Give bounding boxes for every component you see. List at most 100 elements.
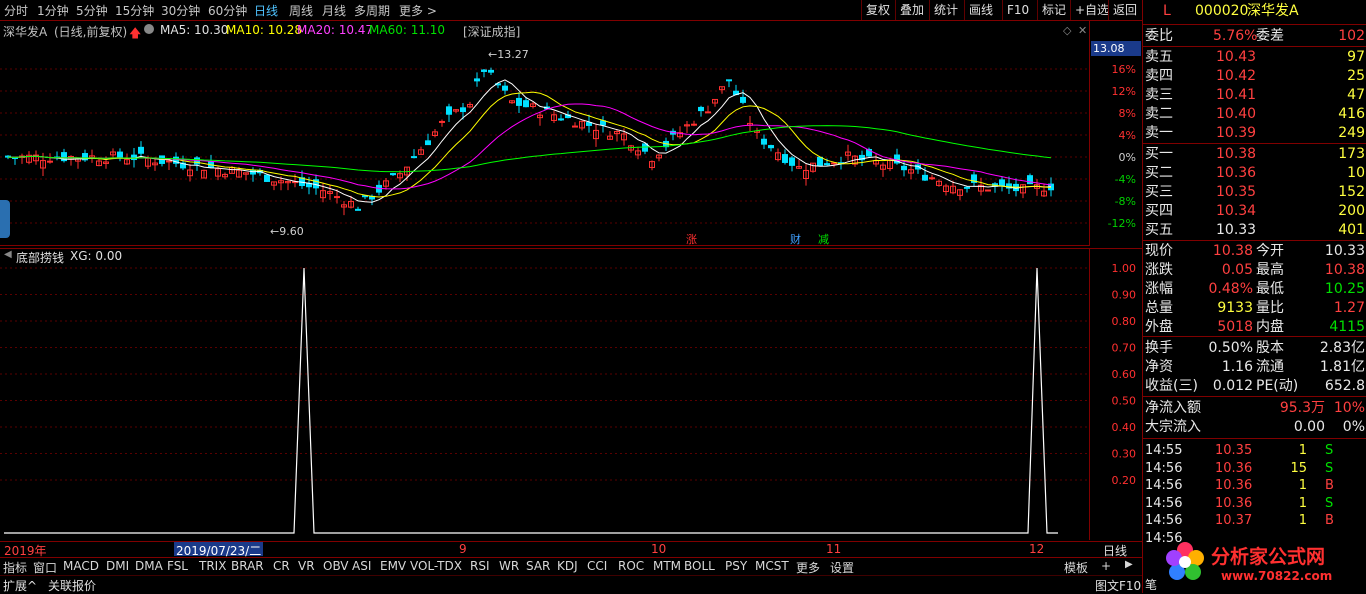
candle-body bbox=[558, 118, 564, 121]
diamond-icon[interactable]: ◇ bbox=[1063, 24, 1071, 37]
close-icon[interactable]: ✕ bbox=[1078, 24, 1087, 37]
tick-volume: 1 bbox=[1298, 443, 1307, 458]
indicator-tab[interactable]: 设置 bbox=[830, 559, 854, 576]
indicator-tab[interactable]: 更多 bbox=[796, 559, 820, 576]
indicator-tab[interactable]: DMA bbox=[135, 559, 163, 573]
period-tab[interactable]: 60分钟 bbox=[208, 2, 247, 19]
bid-row: 买四 10.34 200 bbox=[1143, 202, 1366, 220]
indicator-tab[interactable]: VR bbox=[298, 559, 315, 573]
tick-volume: 15 bbox=[1290, 460, 1307, 476]
side-panel-handle[interactable] bbox=[0, 200, 10, 238]
bid-price: 10.35 bbox=[1216, 184, 1257, 200]
indicator-tab[interactable]: CR bbox=[273, 559, 290, 573]
index-overlay-tag[interactable]: [深证成指] bbox=[463, 23, 520, 40]
ask-label: 卖三 bbox=[1145, 87, 1173, 103]
period-tab[interactable]: 周线 bbox=[289, 2, 313, 19]
tick-row: 14:56 10.36 1 S bbox=[1143, 495, 1366, 513]
settings-circle-icon[interactable] bbox=[144, 24, 154, 34]
add-icon[interactable]: + bbox=[1101, 559, 1111, 573]
period-tab[interactable]: 多周期 bbox=[354, 2, 390, 19]
indicator-tab[interactable]: SAR bbox=[526, 559, 550, 573]
stat-label: 现价 bbox=[1145, 243, 1173, 259]
note-button[interactable]: 笔 bbox=[1145, 576, 1157, 593]
fundamental-row: 换手 0.50% 股本 2.83亿 bbox=[1143, 339, 1366, 357]
candle-body bbox=[572, 125, 578, 128]
period-tab[interactable]: 月线 bbox=[322, 2, 346, 19]
indicator-tab[interactable]: EMV bbox=[380, 559, 406, 573]
toolbar-button[interactable]: 画线 bbox=[964, 0, 997, 20]
candle-body bbox=[502, 85, 508, 91]
event-tag[interactable]: 财 bbox=[790, 232, 801, 246]
indicator-tab[interactable]: PSY bbox=[725, 559, 747, 573]
indicator-tab[interactable]: MTM bbox=[653, 559, 681, 573]
fundamental-row: 净资 1.16 流通 1.81亿 bbox=[1143, 358, 1366, 376]
tick-side: B bbox=[1325, 513, 1334, 528]
indicator-tab[interactable]: DMI bbox=[106, 559, 129, 573]
indicator-tab[interactable]: MACD bbox=[63, 559, 99, 573]
indicator-tab[interactable]: WR bbox=[499, 559, 519, 573]
indicator-axis-label: 0.40 bbox=[1112, 421, 1137, 434]
event-tag[interactable]: 减 bbox=[818, 233, 829, 246]
stat-value: 0.05 bbox=[1221, 262, 1253, 278]
period-tab[interactable]: 日线 bbox=[254, 2, 278, 19]
indicator-tab[interactable]: BOLL bbox=[684, 559, 715, 573]
toolbar-button[interactable]: 叠加 bbox=[895, 0, 928, 20]
bid-label: 买二 bbox=[1145, 165, 1173, 181]
candle-body bbox=[922, 174, 928, 181]
indicator-toggle-icon[interactable]: ◀ bbox=[4, 249, 12, 260]
ask-volume: 249 bbox=[1338, 125, 1365, 141]
bid-volume: 152 bbox=[1338, 184, 1365, 200]
toolbar-button[interactable]: +自选 bbox=[1070, 0, 1113, 20]
tick-volume: 1 bbox=[1298, 495, 1307, 511]
period-tab[interactable]: 5分钟 bbox=[76, 2, 108, 19]
scroll-right-icon[interactable]: ▶ bbox=[1125, 559, 1133, 570]
ask-price: 10.39 bbox=[1216, 125, 1257, 141]
indicator-tab[interactable]: VOL-TDX bbox=[410, 559, 462, 573]
toolbar-button[interactable]: 返回 bbox=[1108, 0, 1141, 20]
indicator-chart[interactable]: 1.00 0.90 0.80 0.70 0.60 0.50 0.40 0.30 0.20 bbox=[0, 248, 1142, 540]
candle-body bbox=[425, 140, 431, 146]
tick-price: 10.36 bbox=[1215, 495, 1253, 511]
indicator-tab[interactable]: OBV bbox=[323, 559, 349, 573]
indicator-tab[interactable]: CCI bbox=[587, 559, 607, 573]
stat-label: 最低 bbox=[1256, 281, 1284, 297]
ma20-line bbox=[7, 103, 1052, 190]
indicator-tab[interactable]: ASI bbox=[352, 559, 371, 573]
indicator-tab[interactable]: 窗口 bbox=[33, 559, 57, 576]
event-tag[interactable]: 涨 bbox=[686, 233, 697, 246]
period-tab[interactable]: 30分钟 bbox=[161, 2, 200, 19]
indicator-axis-label: 0.80 bbox=[1112, 315, 1137, 328]
indicator-tab[interactable]: 指标 bbox=[3, 559, 27, 576]
period-tab[interactable]: 1分钟 bbox=[37, 2, 69, 19]
period-tab[interactable]: 15分钟 bbox=[115, 2, 154, 19]
period-tab[interactable]: 更多 > bbox=[399, 2, 437, 19]
indicator-tab[interactable]: FSL bbox=[167, 559, 188, 573]
period-tab[interactable]: 分时 bbox=[4, 2, 28, 19]
stat-label: 涨跌 bbox=[1145, 262, 1173, 278]
toolbar-button[interactable]: 复权 bbox=[861, 0, 894, 20]
ask-label: 卖五 bbox=[1145, 49, 1173, 65]
bid-label: 买五 bbox=[1145, 222, 1173, 238]
indicator-tab[interactable]: KDJ bbox=[557, 559, 578, 573]
indicator-tab[interactable]: BRAR bbox=[231, 559, 264, 573]
expand-button[interactable]: 扩展^ bbox=[3, 577, 37, 594]
ask-row: 卖五 10.43 97 bbox=[1143, 48, 1366, 66]
tick-time: 14:56 bbox=[1145, 495, 1183, 511]
indicator-tab[interactable]: MCST bbox=[755, 559, 789, 573]
toolbar-button[interactable]: F10 bbox=[1002, 0, 1033, 20]
indicator-tab[interactable]: TRIX bbox=[199, 559, 226, 573]
indicator-tab[interactable]: RSI bbox=[470, 559, 490, 573]
bid-row: 买三 10.35 152 bbox=[1143, 183, 1366, 201]
indicator-tab[interactable]: ROC bbox=[618, 559, 644, 573]
toolbar-button[interactable]: 统计 bbox=[929, 0, 962, 20]
template-button[interactable]: 模板 bbox=[1064, 559, 1088, 576]
ask-volume: 25 bbox=[1347, 68, 1365, 84]
linked-quote-button[interactable]: 关联报价 bbox=[48, 577, 96, 594]
period-toolbar: 分时 1分钟 5分钟 15分钟 30分钟 60分钟 日线 周线 月线 多周期 更多 > 复权 叠加 统计画… bbox=[0, 0, 1142, 21]
indicator-tab-bar: 指标 窗口 MACD DMI DMA FSL TRIX BRAR CR VR OBV ASI EMV VO… bbox=[0, 557, 1142, 575]
candle-body bbox=[460, 107, 466, 113]
graphic-f10-button[interactable]: 图文F10 bbox=[1095, 577, 1141, 594]
toolbar-button[interactable]: 标记 bbox=[1037, 0, 1070, 20]
tick-row: 14:56 10.37 1 B bbox=[1143, 512, 1366, 530]
candlestick-chart[interactable]: 16% 12% 8% 4% 0% -4% -8% -12% ←13.27 ←9.60 涨 财 减 bbox=[0, 21, 1142, 246]
